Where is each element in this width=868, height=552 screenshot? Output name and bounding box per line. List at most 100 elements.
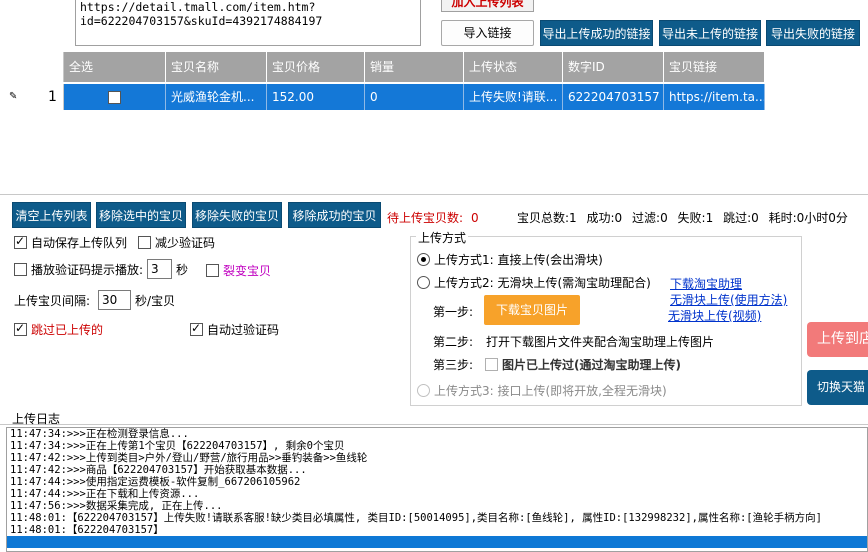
add-to-list-button[interactable]: 加入上传列表 xyxy=(441,0,534,12)
method1-label: 上传方式1: 直接上传(会出滑块) xyxy=(434,253,603,267)
reduce-captcha-label: 减少验证码 xyxy=(155,236,216,250)
remove-selected-button[interactable]: 移除选中的宝贝 xyxy=(96,202,186,228)
download-taobao-assistant-link[interactable]: 下载淘宝助理 xyxy=(670,275,742,292)
export-success-links-button[interactable]: 导出上传成功的链接 xyxy=(540,20,653,46)
method3-radio[interactable]: 上传方式3: 接口上传(即将开放,全程无滑块) xyxy=(417,382,667,399)
header-link[interactable]: 宝贝链接 xyxy=(664,52,765,82)
reduce-captcha-checkbox[interactable]: 减少验证码 xyxy=(138,234,215,251)
header-sales[interactable]: 销量 xyxy=(365,52,464,82)
stat-total: 宝贝总数:1 xyxy=(517,211,577,225)
checkbox-box[interactable] xyxy=(206,264,219,277)
play-captcha-label: 播放验证码提示播放: xyxy=(31,262,144,277)
auto-save-checkbox[interactable]: 自动保存上传队列 xyxy=(14,234,127,251)
row-number: 1 xyxy=(48,89,57,105)
method2-label: 上传方式2: 无滑块上传(需淘宝助理配合) xyxy=(434,276,651,290)
cell-price[interactable]: 152.00 xyxy=(267,84,365,110)
images-uploaded-label: 图片已上传过(通过淘宝助理上传) xyxy=(502,358,681,372)
url-input[interactable]: https://detail.tmall.com/item.htm? id=62… xyxy=(75,0,421,46)
radio-dot[interactable] xyxy=(417,276,430,289)
auto-captcha-checkbox[interactable]: 自动过验证码 xyxy=(190,321,279,338)
skip-uploaded-checkbox[interactable]: 跳过已上传的 xyxy=(14,321,103,338)
no-slider-video-link[interactable]: 无滑块上传(视频) xyxy=(668,307,761,324)
cell-name[interactable]: 光威渔轮金机... xyxy=(166,84,267,110)
auto-save-label: 自动保存上传队列 xyxy=(31,236,128,250)
upload-stats: 宝贝总数:1 成功:0 过滤:0 失败:1 跳过:0 耗时:0小时0分 xyxy=(517,209,854,226)
cell-id[interactable]: 622204703157 xyxy=(563,84,664,110)
cell-sales[interactable]: 0 xyxy=(365,84,464,110)
checkbox-box[interactable] xyxy=(485,358,498,371)
auto-captcha-label: 自动过验证码 xyxy=(207,323,280,337)
radio-dot[interactable] xyxy=(417,253,430,266)
method3-label: 上传方式3: 接口上传(即将开放,全程无滑块) xyxy=(434,384,667,398)
step3-label: 第三步: xyxy=(433,358,474,372)
checkbox-box[interactable] xyxy=(14,321,27,336)
upload-method-title: 上传方式 xyxy=(416,229,469,246)
product-table: 全选 宝贝名称 宝贝价格 销量 上传状态 数字ID 宝贝链接 ✎ 1 光威渔轮金… xyxy=(6,52,765,110)
divider xyxy=(0,194,868,195)
log-line: 11:47:34:>>>正在检测登录信息... xyxy=(10,428,189,440)
header-status[interactable]: 上传状态 xyxy=(464,52,563,82)
checkbox-box[interactable] xyxy=(190,321,203,336)
switch-tmall-button[interactable]: 切换天猫 xyxy=(807,370,868,405)
radio-dot[interactable] xyxy=(417,384,430,397)
log-line: 11:47:56:>>>数据采集完成, 正在上传... xyxy=(10,500,223,512)
stat-elapsed: 耗时:0小时0分 xyxy=(768,211,848,225)
play-captcha-input[interactable]: 3 xyxy=(147,259,173,279)
header-row-number xyxy=(6,52,64,82)
cell-link[interactable]: https://item.ta... xyxy=(664,84,765,110)
export-not-uploaded-links-button[interactable]: 导出未上传的链接 xyxy=(659,20,761,46)
checkbox-box[interactable] xyxy=(138,236,151,249)
play-captcha-row: 播放验证码提示播放: 3 秒 xyxy=(14,259,188,279)
fission-checkbox[interactable]: 裂变宝贝 xyxy=(206,262,271,279)
step2-label: 第二步: xyxy=(433,335,474,349)
header-select-all[interactable]: 全选 xyxy=(64,52,166,82)
upload-log[interactable]: 11:47:34:>>>正在检测登录信息... 11:47:34:>>>正在上传… xyxy=(6,427,868,552)
pending-count: 待上传宝贝数: 0 xyxy=(387,209,479,226)
table-row[interactable]: ✎ 1 光威渔轮金机... 152.00 0 上传失败!请联... 622204… xyxy=(6,84,765,110)
log-title: 上传日志 xyxy=(12,412,61,426)
method1-radio[interactable]: 上传方式1: 直接上传(会出滑块) xyxy=(417,251,603,268)
play-captcha-checkbox[interactable]: 播放验证码提示播放: xyxy=(14,261,143,278)
download-images-button[interactable]: 下载宝贝图片 xyxy=(484,295,580,325)
method2-radio[interactable]: 上传方式2: 无滑块上传(需淘宝助理配合) xyxy=(417,274,651,291)
interval-input[interactable]: 30 xyxy=(98,290,132,310)
log-line: 11:47:44:>>>正在下载和上传资源... xyxy=(10,488,200,500)
interval-label: 上传宝贝间隔: xyxy=(14,293,91,308)
log-line: 11:48:01:【622204703157】 xyxy=(10,524,164,536)
header-name[interactable]: 宝贝名称 xyxy=(166,52,267,82)
checkbox-box[interactable] xyxy=(14,262,27,276)
upload-to-store-button[interactable]: 上传到店 xyxy=(807,322,868,357)
pending-value: 0 xyxy=(471,211,479,225)
checkbox-box[interactable] xyxy=(14,234,27,249)
table-header: 全选 宝贝名称 宝贝价格 销量 上传状态 数字ID 宝贝链接 xyxy=(6,52,765,82)
export-failed-links-button[interactable]: 导出失败的链接 xyxy=(766,20,860,46)
import-links-button[interactable]: 导入链接 xyxy=(441,20,534,46)
edit-pencil-icon: ✎ xyxy=(9,91,18,102)
cell-status[interactable]: 上传失败!请联... xyxy=(464,84,563,110)
remove-failed-button[interactable]: 移除失败的宝贝 xyxy=(192,202,282,228)
log-line: 11:48:01:【622204703157】上传失败!请联系客服!缺少类目必填… xyxy=(10,512,822,524)
images-uploaded-checkbox[interactable]: 图片已上传过(通过淘宝助理上传) xyxy=(485,356,681,373)
header-id[interactable]: 数字ID xyxy=(563,52,664,82)
row-header: ✎ 1 xyxy=(6,84,64,110)
row-checkbox[interactable] xyxy=(108,90,121,104)
no-slider-usage-link[interactable]: 无滑块上传(使用方法) xyxy=(670,291,787,308)
log-line: 11:47:44:>>>使用指定运费模板-软件复制_667206105962 xyxy=(10,476,301,488)
log-line-selected[interactable] xyxy=(7,536,867,548)
seconds-label: 秒 xyxy=(176,262,189,277)
row-select-cell[interactable] xyxy=(64,84,166,110)
interval-unit: 秒/宝贝 xyxy=(135,293,176,308)
step2-text: 打开下载图片文件夹配合淘宝助理上传图片 xyxy=(486,335,715,349)
clear-upload-list-button[interactable]: 清空上传列表 xyxy=(12,202,91,228)
pending-label: 待上传宝贝数: xyxy=(387,211,464,225)
interval-row: 上传宝贝间隔: 30 秒/宝贝 xyxy=(14,290,175,310)
step1-label: 第一步: xyxy=(433,305,474,319)
stat-success: 成功:0 xyxy=(586,211,623,225)
log-line: 11:47:34:>>>正在上传第1个宝贝【622204703157】, 剩余0… xyxy=(10,440,345,452)
skip-uploaded-label: 跳过已上传的 xyxy=(31,323,104,337)
log-line: 11:47:42:>>>上传到类目>户外/登山/野营/旅行用品>>垂钓装备>>鱼… xyxy=(10,452,368,464)
remove-success-button[interactable]: 移除成功的宝贝 xyxy=(288,202,381,228)
header-price[interactable]: 宝贝价格 xyxy=(267,52,365,82)
divider xyxy=(0,424,868,425)
fission-label: 裂变宝贝 xyxy=(223,264,272,278)
